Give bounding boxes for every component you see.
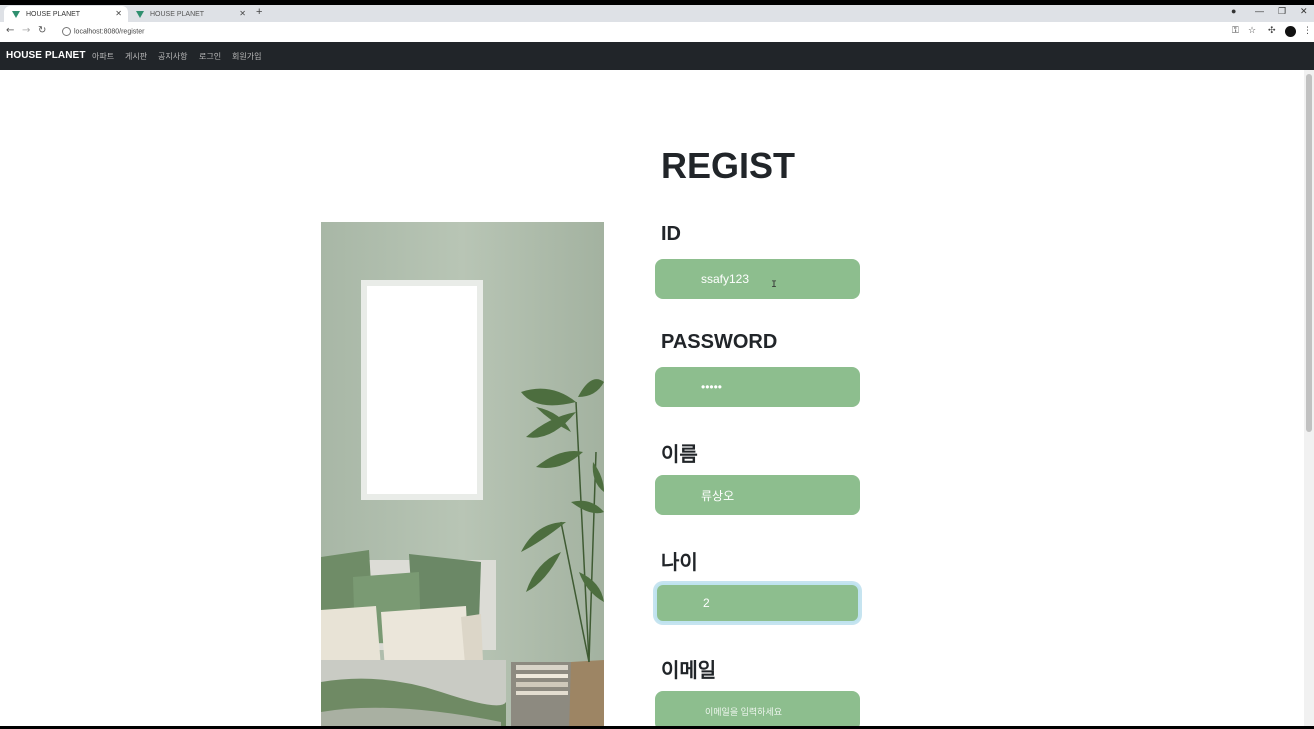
key-icon[interactable]: ⚿: [1232, 26, 1239, 36]
name-input[interactable]: 류상오: [655, 475, 860, 515]
forward-icon[interactable]: →: [22, 25, 30, 36]
vue-favicon-icon: [136, 10, 144, 18]
nav-item-register[interactable]: 회원가입: [232, 51, 261, 62]
url-field[interactable]: localhost:8080/register: [62, 27, 144, 36]
password-label: PASSWORD: [661, 331, 778, 353]
star-icon[interactable]: ☆: [1248, 26, 1256, 36]
vue-favicon-icon: [12, 10, 20, 18]
tab-title: HOUSE PLANET: [150, 10, 205, 18]
close-tab-icon[interactable]: ✕: [239, 9, 246, 18]
nav-item-login[interactable]: 로그인: [199, 51, 221, 62]
address-bar: ← → ↻ localhost:8080/register ⚿ ☆ ✣ ⋮: [0, 22, 1314, 43]
brand-logo[interactable]: HOUSE PLANET: [6, 50, 86, 61]
extensions-icon[interactable]: ✣: [1268, 26, 1276, 36]
age-label: 나이: [661, 552, 698, 574]
page-scrollbar[interactable]: [1304, 70, 1314, 726]
profile-avatar[interactable]: [1285, 26, 1296, 37]
site-navbar: HOUSE PLANET 아파트 게시판 공지사항 로그인 회원가입: [0, 42, 1314, 70]
menu-kebab-icon[interactable]: ⋮: [1303, 26, 1312, 36]
password-input[interactable]: •••••: [655, 367, 860, 407]
back-icon[interactable]: ←: [6, 25, 14, 36]
browser-tab-active[interactable]: HOUSE PLANET ✕: [4, 6, 128, 22]
new-tab-icon[interactable]: +: [256, 6, 262, 18]
close-window-icon[interactable]: ✕: [1300, 6, 1308, 17]
close-tab-icon[interactable]: ✕: [115, 9, 122, 18]
id-label: ID: [661, 223, 681, 245]
nav-item-board[interactable]: 게시판: [125, 51, 147, 62]
email-input[interactable]: 이메일을 입력하세요: [655, 691, 860, 726]
nav-item-notice[interactable]: 공지사항: [158, 51, 187, 62]
email-label: 이메일: [661, 660, 717, 682]
tab-title: HOUSE PLANET: [26, 10, 81, 18]
page-title: REGIST: [661, 145, 796, 186]
minimize-icon[interactable]: —: [1255, 6, 1264, 16]
site-info-icon[interactable]: [62, 27, 71, 36]
restore-icon[interactable]: ❐: [1278, 6, 1286, 17]
extension-icon[interactable]: ●: [1231, 6, 1236, 16]
age-input[interactable]: 2: [655, 583, 860, 623]
bedroom-photo: [321, 222, 604, 726]
reload-icon[interactable]: ↻: [38, 25, 46, 36]
id-input[interactable]: ssafy123: [655, 259, 860, 299]
browser-window: HOUSE PLANET ✕ HOUSE PLANET ✕ + ● — ❐ ✕ …: [0, 5, 1314, 726]
name-label: 이름: [661, 444, 698, 466]
tab-strip: HOUSE PLANET ✕ HOUSE PLANET ✕ + ● — ❐ ✕: [0, 5, 1314, 22]
text-cursor-icon: I: [771, 280, 778, 291]
browser-tab[interactable]: HOUSE PLANET ✕: [128, 6, 252, 22]
nav-item-apartment[interactable]: 아파트: [92, 51, 114, 62]
scrollbar-thumb[interactable]: [1306, 74, 1312, 432]
url-text: localhost:8080/register: [74, 28, 145, 36]
